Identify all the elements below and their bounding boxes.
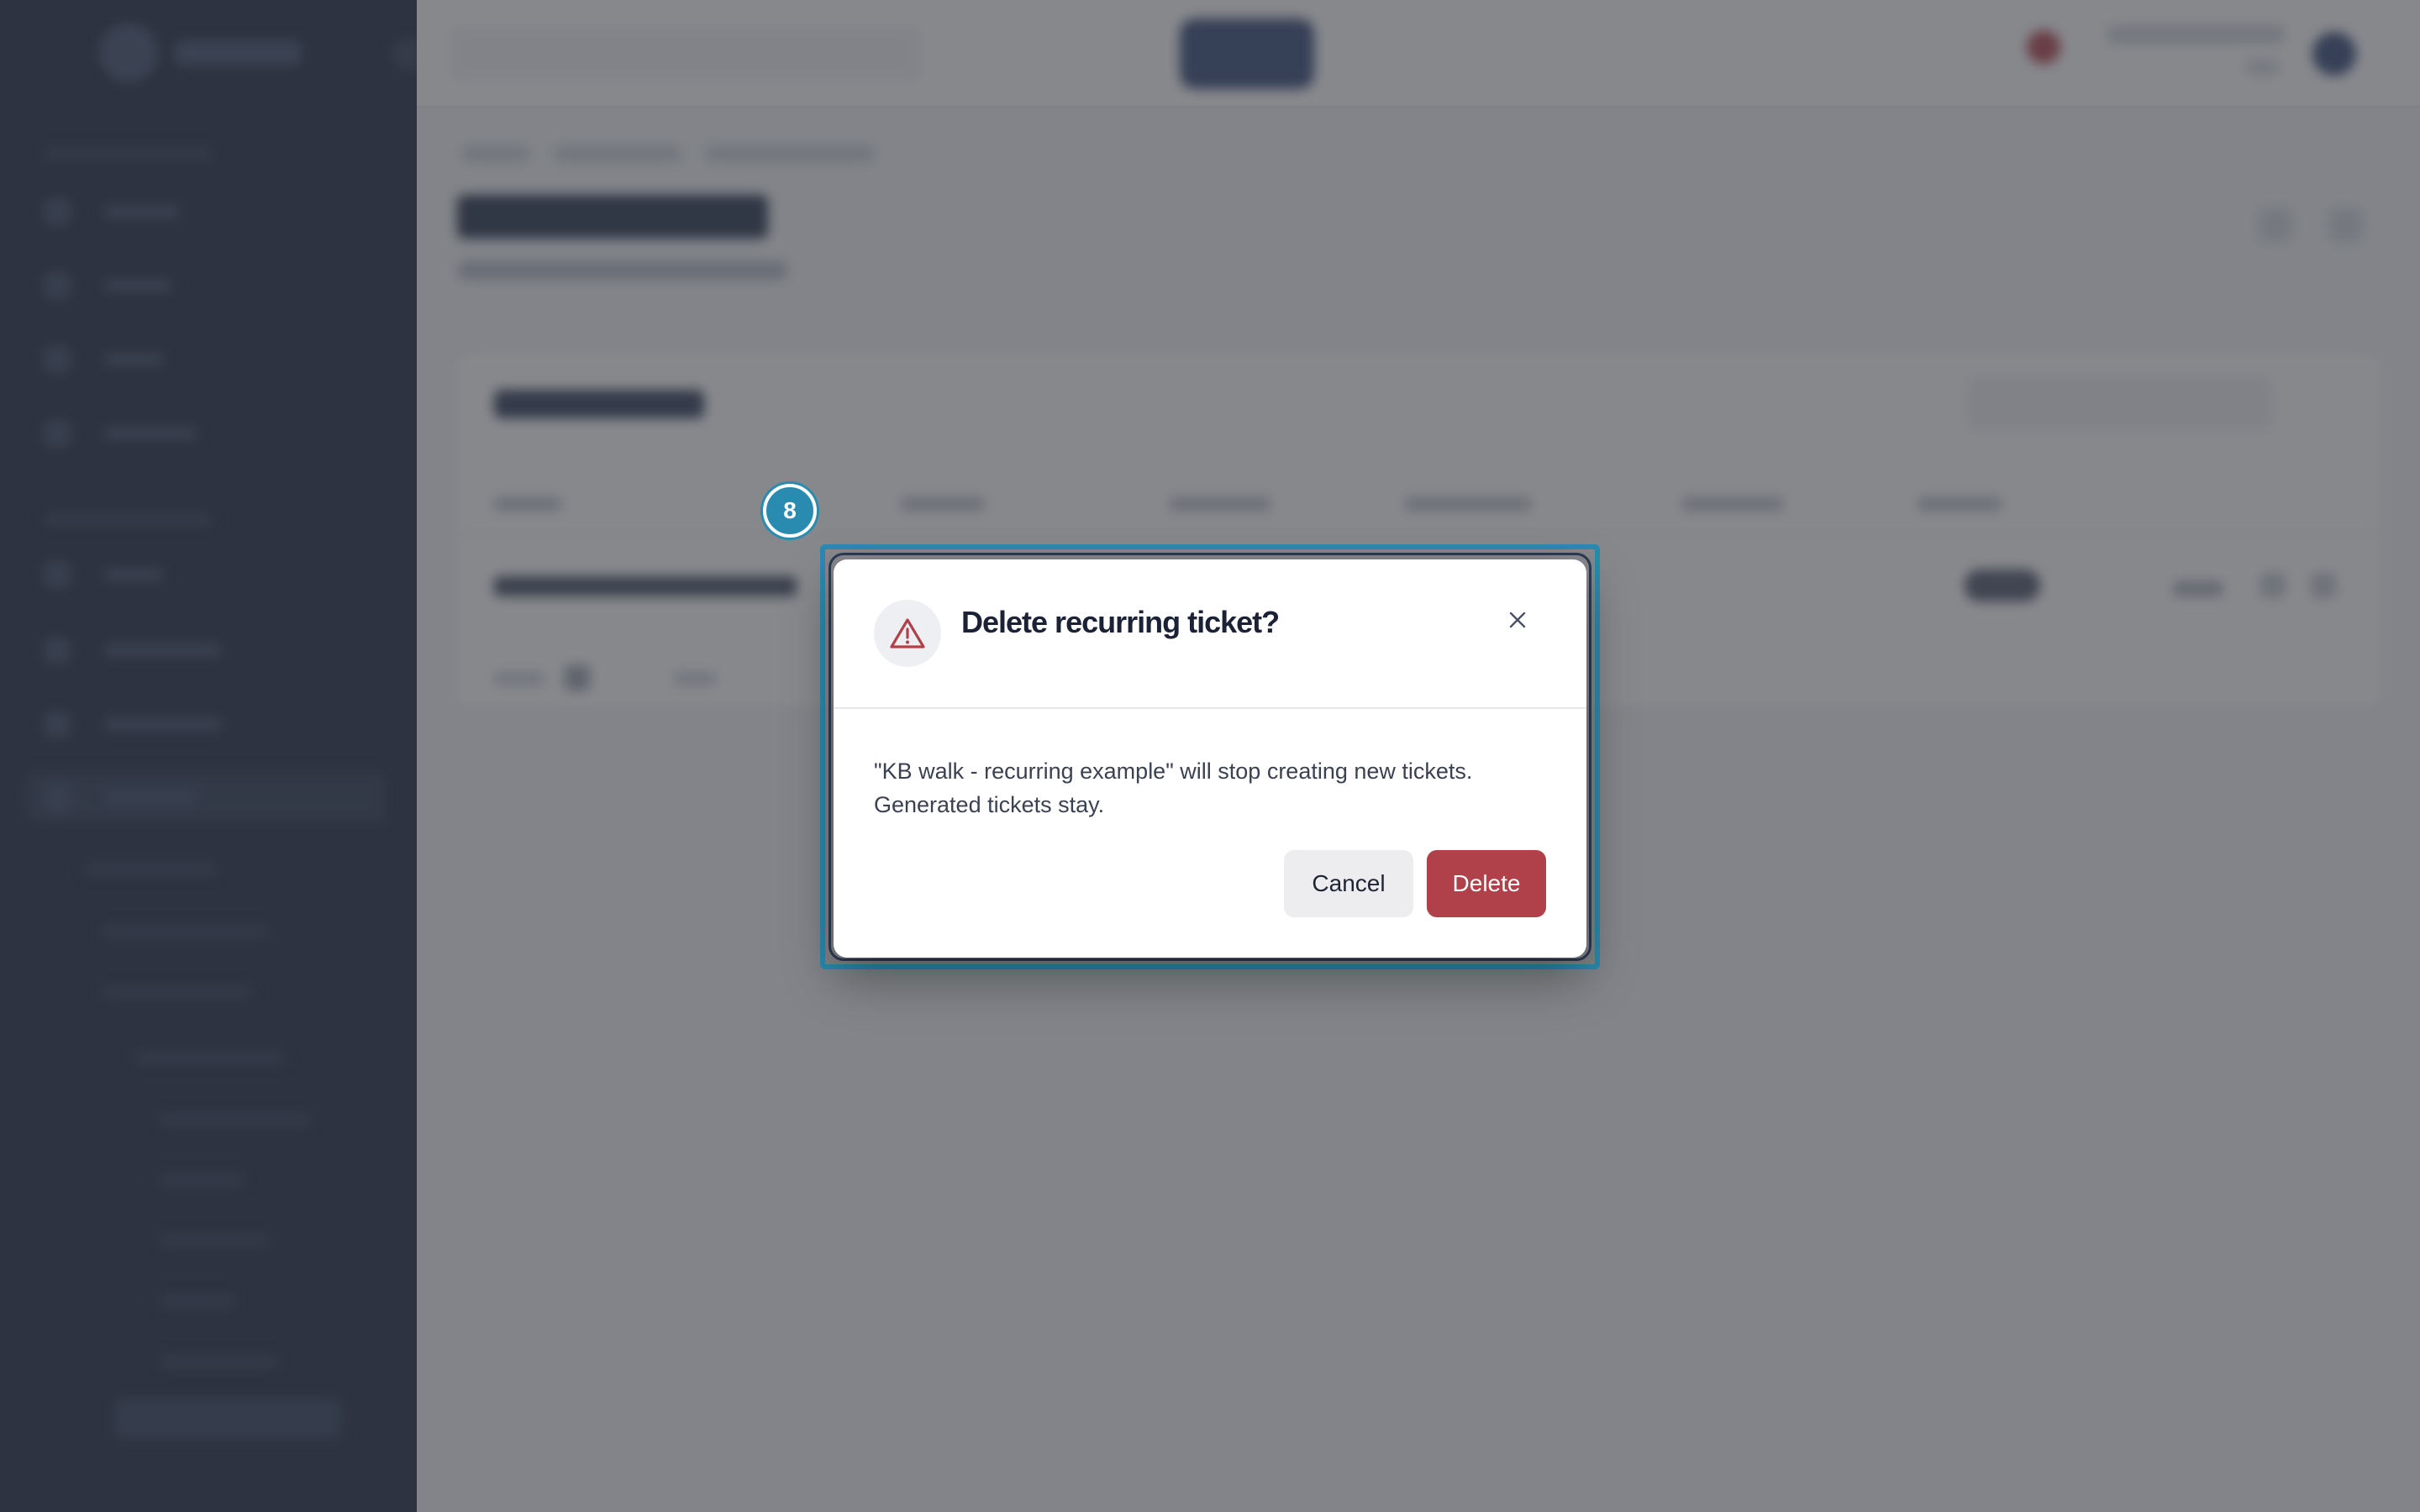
warning-triangle-icon <box>874 600 941 667</box>
dialog-header: Delete recurring ticket? <box>834 559 1586 709</box>
app-root: 8 Delete recurring ticket? "KB walk - re… <box>0 0 2420 1512</box>
dialog-title: Delete recurring ticket? <box>961 605 1280 639</box>
step-badge: 8 <box>763 484 817 538</box>
close-icon[interactable] <box>1502 605 1533 635</box>
delete-confirm-dialog: Delete recurring ticket? "KB walk - recu… <box>834 559 1586 958</box>
dialog-message: "KB walk - recurring example" will stop … <box>874 754 1546 822</box>
delete-button[interactable]: Delete <box>1427 850 1546 917</box>
cancel-button[interactable]: Cancel <box>1284 850 1413 917</box>
dialog-message-line: Generated tickets stay. <box>874 792 1105 817</box>
dialog-message-line: "KB walk - recurring example" will stop … <box>874 759 1473 784</box>
